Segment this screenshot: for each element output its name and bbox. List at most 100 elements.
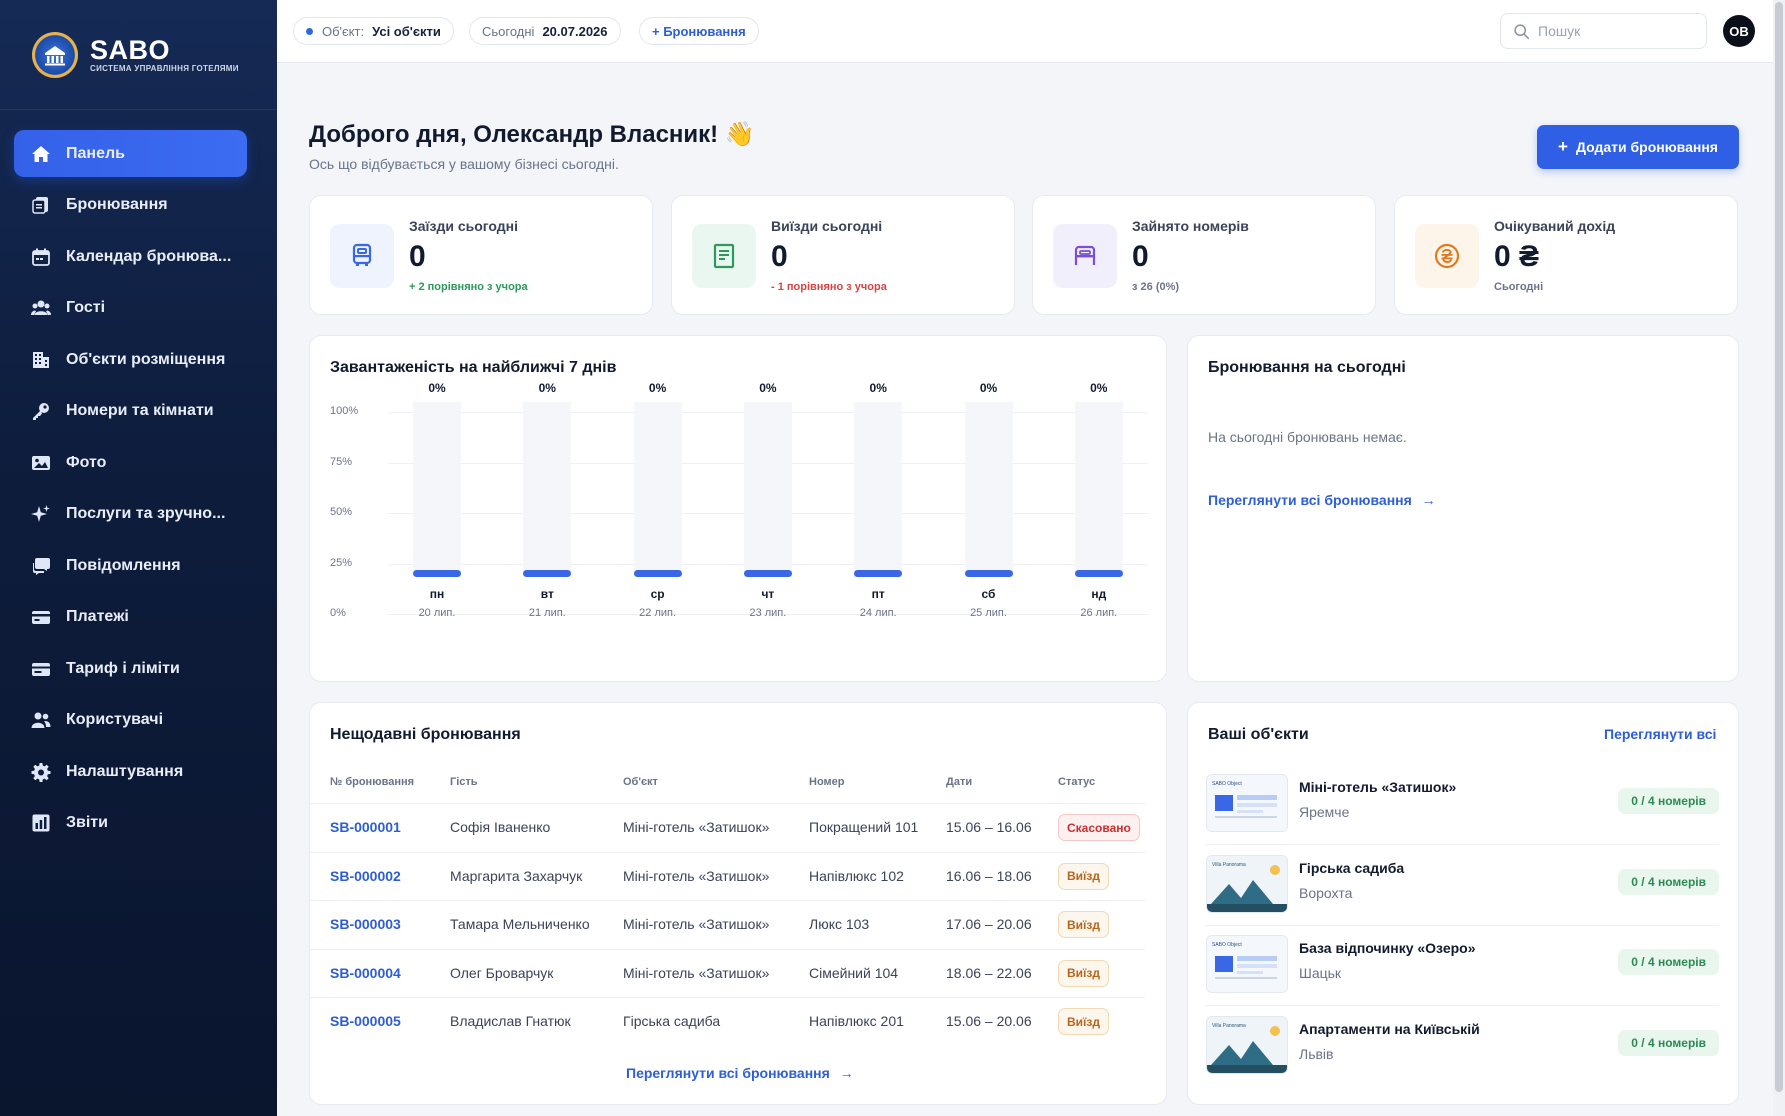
thumb-caption: SABO Object — [1212, 781, 1242, 787]
table-row[interactable]: SB-000002 Маргарита Захарчук Міні-готель «… — [309, 851, 1145, 900]
booking-id-link[interactable]: SB-000004 — [330, 965, 401, 981]
chart-bar[interactable] — [413, 570, 461, 577]
view-all-bookings-link[interactable]: Переглянути всі бронювання → — [1208, 492, 1436, 508]
table-cell-guest: Софія Іваненко — [450, 819, 551, 835]
logo-icon — [32, 31, 78, 78]
sidebar-item-10[interactable]: Тариф і ліміти — [14, 645, 247, 692]
search-box[interactable] — [1500, 13, 1707, 49]
arrow-right-icon: → — [839, 1065, 854, 1081]
page-subtitle: Ось що відбувається у вашому бізнесі сьо… — [309, 156, 619, 172]
recent-view-all-label: Переглянути всі бронювання — [626, 1065, 830, 1081]
chart-bar[interactable] — [964, 570, 1013, 577]
scrollbar[interactable] — [1773, 0, 1785, 1116]
chart-bar[interactable] — [854, 570, 903, 577]
sidebar-item-7[interactable]: Послуги та зручно... — [14, 491, 247, 538]
booking-id-link[interactable]: SB-000003 — [330, 916, 401, 932]
property-item[interactable]: Villa Panorama Апартаменти на Київській Ль… — [1205, 1015, 1719, 1096]
table-cell-room: Покращений 101 — [809, 819, 919, 835]
chart-bar[interactable] — [1074, 570, 1123, 577]
object-filter[interactable]: Об'єкт: Усі об'єкти — [293, 17, 454, 45]
sidebar-item-3[interactable]: Гості — [14, 285, 247, 332]
avatar[interactable]: ОВ — [1723, 15, 1755, 47]
table-row[interactable]: SB-000001 Софія Іваненко Міні-готель «Зати… — [309, 803, 1145, 851]
chart-value-label: 0% — [428, 381, 446, 395]
property-city: Ворохта — [1299, 884, 1353, 901]
property-item[interactable]: SABO Object База відпочинку «Озеро» Шацьк 0… — [1205, 935, 1719, 1015]
table-cell-object: Міні-готель «Затишок» — [623, 916, 770, 933]
sidebar-item-13[interactable]: Звіти — [14, 800, 247, 847]
status-dot — [306, 27, 313, 35]
today-bookings-title: Бронювання на сьогодні — [1208, 359, 1406, 376]
occupancy-title: Завантаженість на найближчі 7 днів — [330, 359, 617, 376]
divider — [1205, 924, 1719, 926]
status-badge: Скасовано — [1058, 814, 1140, 841]
properties-view-all-link[interactable]: Переглянути всі — [1604, 726, 1716, 742]
chart-bar-track — [1074, 402, 1123, 577]
key-icon — [30, 400, 52, 422]
sidebar-item-2[interactable]: Календар бронюва... — [14, 233, 247, 280]
property-thumbnail: SABO Object — [1206, 774, 1288, 832]
table-header: № бронювання — [330, 776, 415, 788]
table-header: Номер — [809, 776, 845, 788]
sidebar-item-label: Налаштування — [66, 762, 184, 780]
booking-id-link[interactable]: SB-000001 — [330, 819, 401, 835]
sidebar-item-9[interactable]: Платежі — [14, 594, 247, 641]
chart-y-tick: 50% — [330, 506, 353, 518]
stat-card-3[interactable]: Очікуваний дохід 0 ₴ Сьогодні — [1394, 195, 1738, 315]
sidebar-item-label: Користувачі — [66, 711, 164, 728]
stat-note: + 2 порівняно з учора — [409, 281, 528, 293]
table-row[interactable]: SB-000003 Тамара Мельниченко Міні-готель «… — [309, 900, 1145, 948]
sidebar: SABO СИСТЕМА УПРАВЛІННЯ ГОТЕЛЯМИ Панель Б… — [0, 0, 277, 1116]
brand-subtitle: СИСТЕМА УПРАВЛІННЯ ГОТЕЛЯМИ — [90, 64, 239, 73]
sidebar-item-11[interactable]: Користувачі — [14, 697, 247, 744]
property-city: Яремче — [1299, 804, 1350, 820]
chart-y-tick: 75% — [330, 455, 353, 468]
chart-bar[interactable] — [743, 570, 792, 577]
stat-card-0[interactable]: Заїзди сьогодні 0 + 2 порівняно з учора — [309, 195, 653, 315]
chart-day-label: сб — [981, 587, 996, 601]
brand[interactable]: SABO СИСТЕМА УПРАВЛІННЯ ГОТЕЛЯМИ — [0, 0, 277, 110]
booking-id-link[interactable]: SB-000005 — [330, 1013, 401, 1029]
table-header: Гість — [450, 776, 478, 788]
property-name[interactable]: Міні-готель «Затишок» — [1299, 779, 1456, 795]
new-booking-link[interactable]: + Бронювання — [639, 17, 759, 45]
table-row[interactable]: SB-000005 Владислав Гнатюк Гірська садиба Н… — [309, 997, 1145, 1045]
table-row[interactable]: SB-000004 Олег Броварчук Міні-готель «Зати… — [309, 948, 1145, 997]
property-name[interactable]: Апартаменти на Київській — [1299, 1021, 1480, 1037]
search-icon — [1514, 23, 1530, 39]
add-booking-button[interactable]: + Додати бронювання — [1537, 125, 1739, 169]
today-label: Сьогодні — [482, 23, 535, 39]
today-chip[interactable]: Сьогодні 20.07.2026 — [469, 17, 621, 45]
sidebar-item-label: Панель — [66, 144, 125, 162]
search-input[interactable] — [1538, 23, 1698, 39]
chart-value-label: 0% — [759, 381, 777, 395]
chart-bar[interactable] — [523, 570, 572, 577]
sidebar-item-label: Фото — [66, 453, 107, 471]
chart-bar-track — [633, 402, 682, 577]
stat-card-2[interactable]: Зайнято номерів 0 з 26 (0%) — [1032, 195, 1376, 315]
sidebar-item-5[interactable]: Номери та кімнати — [14, 388, 247, 435]
property-item[interactable]: Villa Panorama Гірська садиба Ворохта 0 / 4… — [1205, 854, 1719, 935]
property-name[interactable]: Гірська садиба — [1299, 860, 1404, 876]
stat-card-1[interactable]: Виїзди сьогодні 0 - 1 порівняно з учора — [671, 195, 1015, 315]
sidebar-item-1[interactable]: Бронювання — [14, 182, 247, 229]
sidebar-item-0[interactable]: Панель — [14, 130, 247, 177]
sidebar-item-8[interactable]: Повідомлення — [14, 542, 247, 589]
booking-id-link[interactable]: SB-000002 — [330, 868, 401, 884]
property-item[interactable]: SABO Object Міні-готель «Затишок» Яремче 0 … — [1205, 774, 1719, 854]
chart-bar-track — [523, 402, 572, 577]
sidebar-item-label: Платежі — [66, 608, 129, 625]
property-name[interactable]: База відпочинку «Озеро» — [1299, 940, 1476, 956]
tariff-icon — [30, 658, 52, 680]
table-cell-object: Міні-готель «Затишок» — [623, 964, 770, 981]
stat-label: Очікуваний дохід — [1494, 218, 1616, 234]
sidebar-item-6[interactable]: Фото — [14, 439, 247, 486]
chart-bar[interactable] — [633, 570, 682, 577]
topbar: Об'єкт: Усі об'єкти Сьогодні 20.07.2026 … — [277, 0, 1773, 63]
recent-view-all-link[interactable]: Переглянути всі бронювання → — [626, 1065, 854, 1081]
sidebar-item-12[interactable]: Налаштування — [14, 748, 247, 795]
table-cell-guest: Владислав Гнатюк — [450, 1013, 571, 1030]
sparkle-icon — [30, 503, 52, 525]
scrollbar-thumb[interactable] — [1775, 2, 1783, 1092]
sidebar-item-4[interactable]: Об'єкти розміщення — [14, 336, 247, 383]
